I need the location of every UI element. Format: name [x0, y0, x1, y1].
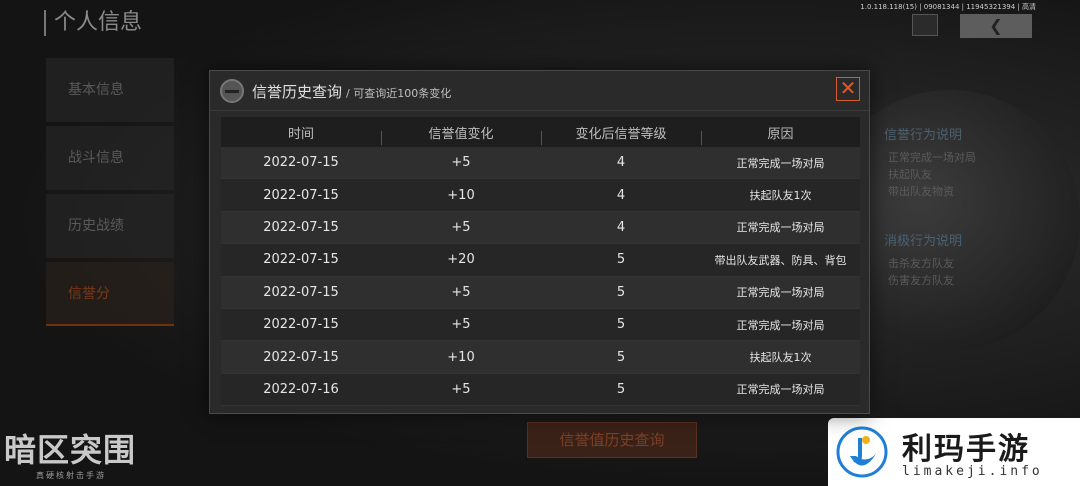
cell-reason: 正常完成一场对局: [736, 286, 825, 300]
sidebar-item-basic-info[interactable]: 基本信息: [46, 58, 174, 122]
dialog-subtitle: / 可查询近100条变化: [346, 87, 452, 100]
site-watermark: 利玛手游 limakeji.info: [828, 418, 1080, 486]
cell-date: 2022-07-15: [263, 317, 339, 333]
column-header-change: 信誉值变化: [381, 123, 541, 145]
cell-level: 5: [616, 317, 626, 333]
cell-date: 2022-07-15: [263, 284, 339, 300]
cell-date: 2022-07-15: [263, 155, 339, 171]
cell-level: 5: [616, 284, 626, 300]
table-row: 2022-07-15 +10 5 扶起队友1次: [221, 341, 860, 374]
page-title: 个人信息: [44, 10, 142, 36]
cell-change: +10: [447, 187, 475, 203]
table-row: 2022-07-16 +5 5 正常完成一场对局: [221, 373, 860, 407]
sidebar-item-battle-info[interactable]: 战斗信息: [46, 126, 174, 190]
table-body: 2022-07-15 +5 4 正常完成一场对局 2022-07-15 +10 …: [221, 147, 860, 407]
cell-change: +5: [451, 317, 471, 333]
cell-level: 4: [616, 155, 626, 171]
cell-level: 4: [616, 219, 626, 235]
column-header-time: 时间: [287, 126, 314, 142]
cell-change: +5: [451, 381, 471, 397]
negative-heading: 消极行为说明: [884, 234, 963, 249]
cell-reason: 正常完成一场对局: [736, 156, 825, 170]
close-button[interactable]: ✕: [836, 77, 860, 101]
dialog-title-text: 信誉历史查询: [252, 83, 343, 101]
cell-date: 2022-07-15: [263, 349, 339, 365]
game-logo-title: 暗区突围: [4, 431, 137, 469]
cell-change: +20: [447, 252, 475, 268]
cell-reason: 正常完成一场对局: [736, 221, 825, 235]
build-info: 1.0.118.118(15) | 09081344 | 11945321394…: [860, 3, 1036, 11]
table-row: 2022-07-15 +20 5 带出队友武器、防具、背包: [221, 244, 860, 277]
back-button[interactable]: ❮: [960, 14, 1032, 38]
column-header-level: 变化后信誉等级: [541, 123, 701, 145]
dialog-title: 信誉历史查询 / 可查询近100条变化: [252, 81, 451, 102]
table-row: 2022-07-15 +5 5 正常完成一场对局: [221, 276, 860, 309]
negative-line: 伤害友方队友: [888, 274, 954, 287]
positive-heading: 信誉行为说明: [884, 128, 963, 143]
cell-reason: 带出队友武器、防具、背包: [714, 253, 847, 267]
game-logo: 暗区突围 真硬核射击手游: [0, 430, 170, 486]
credit-rules-panel: 信誉行为说明 正常完成一场对局 扶起队友 带出队友物资 消极行为说明 击杀友方队…: [884, 124, 994, 289]
positive-line: 带出队友物资: [888, 185, 954, 198]
menu-button[interactable]: [912, 14, 938, 36]
cell-date: 2022-07-15: [263, 252, 339, 268]
positive-line: 正常完成一场对局: [888, 151, 976, 164]
cell-change: +5: [451, 284, 471, 300]
positive-line: 扶起队友: [888, 168, 932, 181]
game-logo-subtitle: 真硬核射击手游: [36, 471, 106, 480]
cell-level: 5: [616, 252, 626, 268]
credit-history-query-button[interactable]: 信誉值历史查询: [527, 422, 697, 458]
credit-history-table: 时间 信誉值变化 变化后信誉等级 原因 2022-07-15 +5 4 正常完成…: [221, 117, 860, 407]
sidebar: 基本信息 战斗信息 历史战绩 信誉分: [46, 58, 174, 330]
cell-change: +5: [451, 219, 471, 235]
sidebar-item-history[interactable]: 历史战绩: [46, 194, 174, 258]
cell-change: +10: [447, 349, 475, 365]
chevron-left-icon: ❮: [989, 16, 1003, 35]
cell-level: 5: [616, 381, 626, 397]
table-row: 2022-07-15 +10 4 扶起队友1次: [221, 179, 860, 212]
cell-date: 2022-07-15: [263, 219, 339, 235]
cell-date: 2022-07-15: [263, 187, 339, 203]
close-icon: ✕: [839, 76, 857, 100]
credit-badge-icon: [220, 79, 244, 103]
table-row: 2022-07-15 +5 5 正常完成一场对局: [221, 308, 860, 342]
site-watermark-title: 利玛手游: [902, 432, 1030, 467]
cell-change: +5: [451, 155, 471, 171]
site-logo-icon: [836, 426, 888, 478]
dialog-header: 信誉历史查询 / 可查询近100条变化 ✕: [210, 71, 869, 111]
table-row: 2022-07-15 +5 4 正常完成一场对局: [221, 147, 860, 180]
table-header: 时间 信誉值变化 变化后信誉等级 原因: [221, 117, 860, 147]
column-header-reason: 原因: [701, 123, 860, 145]
cell-reason: 正常完成一场对局: [736, 383, 825, 397]
cell-reason: 正常完成一场对局: [736, 318, 825, 332]
cell-reason: 扶起队友1次: [749, 351, 812, 365]
cell-reason: 扶起队友1次: [749, 189, 812, 203]
site-watermark-url: limakeji.info: [902, 464, 1043, 479]
cell-level: 5: [616, 349, 626, 365]
table-row: 2022-07-15 +5 4 正常完成一场对局: [221, 211, 860, 245]
cell-date: 2022-07-16: [263, 381, 339, 397]
sidebar-item-credit-score[interactable]: 信誉分: [46, 262, 174, 326]
cell-level: 4: [616, 187, 626, 203]
credit-history-dialog: 信誉历史查询 / 可查询近100条变化 ✕ 时间 信誉值变化 变化后信誉等级 原因…: [209, 70, 870, 414]
negative-line: 击杀友方队友: [888, 257, 954, 270]
